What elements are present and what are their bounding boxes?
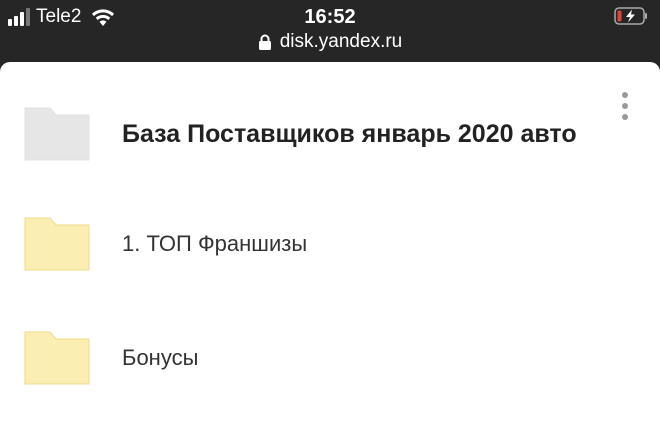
list-item[interactable]: 1. ТОП Франшизы [0,204,660,284]
url-text: disk.yandex.ru [279,31,403,52]
folder-name: База Поставщиков январь 2020 авто [122,119,577,148]
folder-icon [24,107,90,161]
folder-name: Бонусы [122,345,199,370]
folder-icon [24,331,90,385]
battery-charging-icon [614,7,647,25]
status-bar: Tele2 16:52 disk.yandex.ru [0,0,660,60]
list-item[interactable]: База Поставщиков январь 2020 авто [0,94,660,174]
file-list: База Поставщиков январь 2020 авто 1. ТОП… [0,62,660,440]
list-item[interactable]: Бонусы [0,318,660,398]
folder-name: 1. ТОП Франшизы [122,231,308,256]
clock: 16:52 [304,6,356,28]
folder-icon [24,217,90,271]
address-bar[interactable]: disk.yandex.ru [0,31,660,53]
lock-icon [258,34,271,50]
